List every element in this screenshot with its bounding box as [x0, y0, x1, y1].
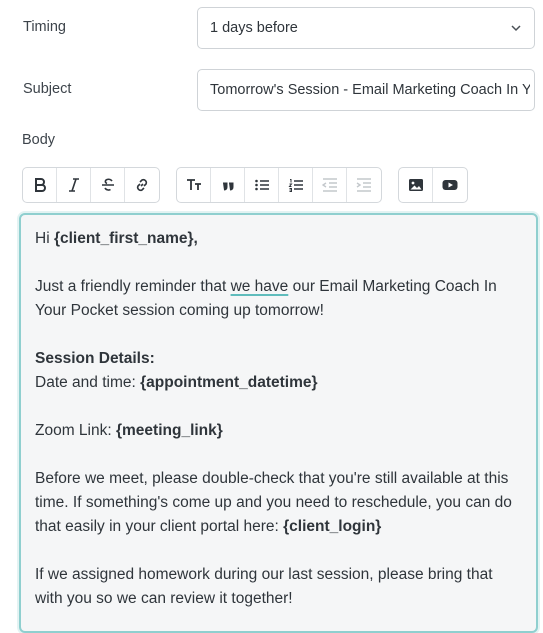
strikethrough-icon [101, 178, 114, 191]
bold-icon [34, 178, 46, 192]
outdent-button[interactable] [313, 168, 347, 202]
outdent-icon [321, 178, 337, 192]
strikethrough-button[interactable] [91, 168, 125, 202]
email-body-editor[interactable]: Hi {client_first_name}, Just a friendly … [19, 213, 538, 633]
link-button[interactable] [125, 168, 159, 202]
quote-icon [222, 182, 233, 191]
session-details-heading: Session Details: [35, 350, 155, 367]
client-login-variable: {client_login} [283, 518, 382, 535]
block-group [176, 167, 382, 203]
timing-label: Timing [23, 19, 66, 35]
body-label: Body [22, 132, 56, 148]
reminder-paragraph: Just a friendly reminder that we have ou… [35, 278, 497, 319]
numbered-list-icon [287, 179, 303, 192]
video-icon [442, 180, 458, 190]
greeting-line: Hi {client_first_name}, [35, 230, 198, 247]
numbered-list-button[interactable] [279, 168, 313, 202]
bold-button[interactable] [23, 168, 57, 202]
indent-icon [356, 178, 371, 192]
appointment-datetime-variable: {appointment_datetime} [140, 374, 318, 391]
link-icon [136, 178, 148, 192]
bullet-list-icon [254, 179, 269, 191]
spellcheck-underline: we have [230, 278, 289, 295]
media-group [398, 167, 468, 203]
date-time-line: Date and time: {appointment_datetime} [35, 374, 318, 391]
text-size-button[interactable] [177, 168, 211, 202]
subject-label: Subject [23, 81, 72, 97]
meeting-link-variable: {meeting_link} [115, 422, 223, 439]
insert-video-button[interactable] [433, 168, 467, 202]
subject-value: Tomorrow's Session - Email Marketing Coa… [210, 82, 530, 98]
client-first-name-variable: {client_first_name}, [53, 230, 198, 247]
bullet-list-button[interactable] [245, 168, 279, 202]
homework-paragraph: If we assigned homework during our last … [35, 566, 493, 607]
timing-select[interactable]: 1 days before [197, 7, 535, 49]
format-group [22, 167, 160, 203]
subject-input[interactable]: Tomorrow's Session - Email Marketing Coa… [197, 69, 535, 111]
italic-icon [68, 178, 79, 192]
zoom-link-line: Zoom Link: {meeting_link} [35, 422, 223, 439]
italic-button[interactable] [57, 168, 91, 202]
text-size-icon [186, 179, 201, 190]
timing-value: 1 days before [210, 20, 298, 36]
availability-paragraph: Before we meet, please double-check that… [35, 470, 512, 535]
chevron-down-icon [511, 25, 521, 32]
image-icon [408, 179, 423, 191]
indent-button[interactable] [347, 168, 381, 202]
quote-button[interactable] [211, 168, 245, 202]
insert-image-button[interactable] [399, 168, 433, 202]
